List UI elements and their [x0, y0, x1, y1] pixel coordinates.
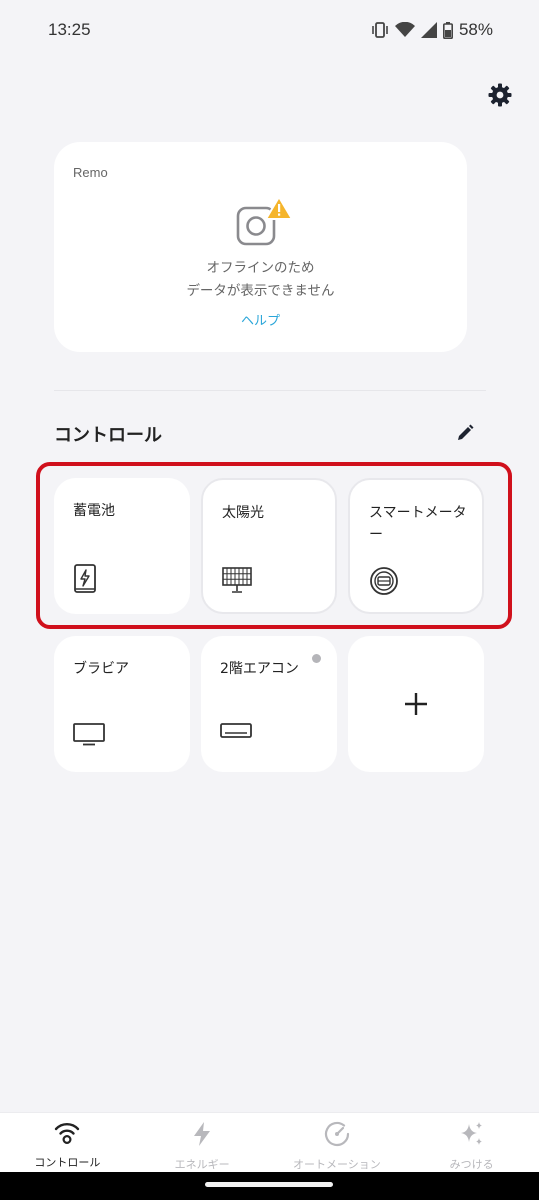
tile-label: スマートメーター [369, 505, 467, 543]
nav-tab-control[interactable]: コントロール [0, 1113, 135, 1172]
tv-icon [73, 722, 105, 750]
battery-icon [442, 21, 453, 39]
nav-label: オートメーション [292, 1158, 381, 1171]
status-time: 13:25 [48, 20, 91, 39]
remo-device-offline-icon [236, 196, 294, 246]
battery-storage-icon [73, 564, 97, 598]
plus-icon [402, 690, 430, 722]
status-dot [312, 654, 321, 663]
smart-meter-icon [369, 566, 399, 600]
vibrate-icon [371, 22, 389, 38]
status-bar: 13:25 58% [0, 0, 539, 60]
section-divider [54, 390, 486, 391]
lightning-icon [190, 1121, 214, 1151]
help-link[interactable]: ヘルプ [54, 310, 467, 329]
control-tile-battery-storage[interactable]: 蓄電池 [54, 478, 190, 614]
nav-tab-discover[interactable]: みつける [404, 1113, 539, 1172]
controls-section-title: コントロール [54, 425, 162, 446]
signal-icon [420, 22, 437, 38]
system-gesture-bar [0, 1172, 539, 1200]
control-tile-tv[interactable]: ブラビア [54, 636, 190, 772]
bottom-nav: コントロール エネルギー オートメーション みつける [0, 1112, 539, 1172]
remo-device-card[interactable]: Remo オフラインのため データが表示できません ヘルプ [54, 142, 467, 352]
status-icons: 58% [371, 20, 493, 40]
air-conditioner-icon [220, 722, 252, 746]
offline-message-line1: オフラインのため [206, 260, 315, 276]
offline-message-line2: データが表示できません [186, 283, 335, 299]
offline-message: オフラインのため データが表示できません [54, 257, 467, 303]
tile-label: ブラビア [73, 661, 129, 677]
control-tile-smart-meter[interactable]: スマートメーター [348, 478, 484, 614]
tile-label: 太陽光 [222, 505, 264, 521]
battery-percent: 58% [458, 20, 493, 39]
nav-tab-automation[interactable]: オートメーション [270, 1113, 405, 1172]
add-control-button[interactable] [348, 636, 484, 772]
wifi-remote-icon [53, 1121, 81, 1149]
gear-icon [488, 83, 512, 111]
tile-label: 2階エアコン [220, 661, 299, 677]
automation-gauge-icon [324, 1121, 350, 1151]
tile-label: 蓄電池 [73, 503, 115, 519]
nav-label: みつける [449, 1158, 494, 1171]
solar-panel-icon [222, 566, 252, 598]
wifi-icon [394, 22, 415, 38]
home-gesture-handle[interactable] [205, 1182, 333, 1187]
control-tile-air-conditioner[interactable]: 2階エアコン [201, 636, 337, 772]
pencil-icon [456, 424, 474, 446]
settings-button[interactable] [487, 83, 513, 111]
control-tile-solar[interactable]: 太陽光 [201, 478, 337, 614]
edit-controls-button[interactable] [455, 424, 475, 446]
nav-label: エネルギー [174, 1158, 230, 1171]
remo-card-title: Remo [73, 165, 108, 180]
nav-label: コントロール [34, 1156, 101, 1169]
sparkle-icon [459, 1121, 485, 1151]
nav-tab-energy[interactable]: エネルギー [135, 1113, 270, 1172]
